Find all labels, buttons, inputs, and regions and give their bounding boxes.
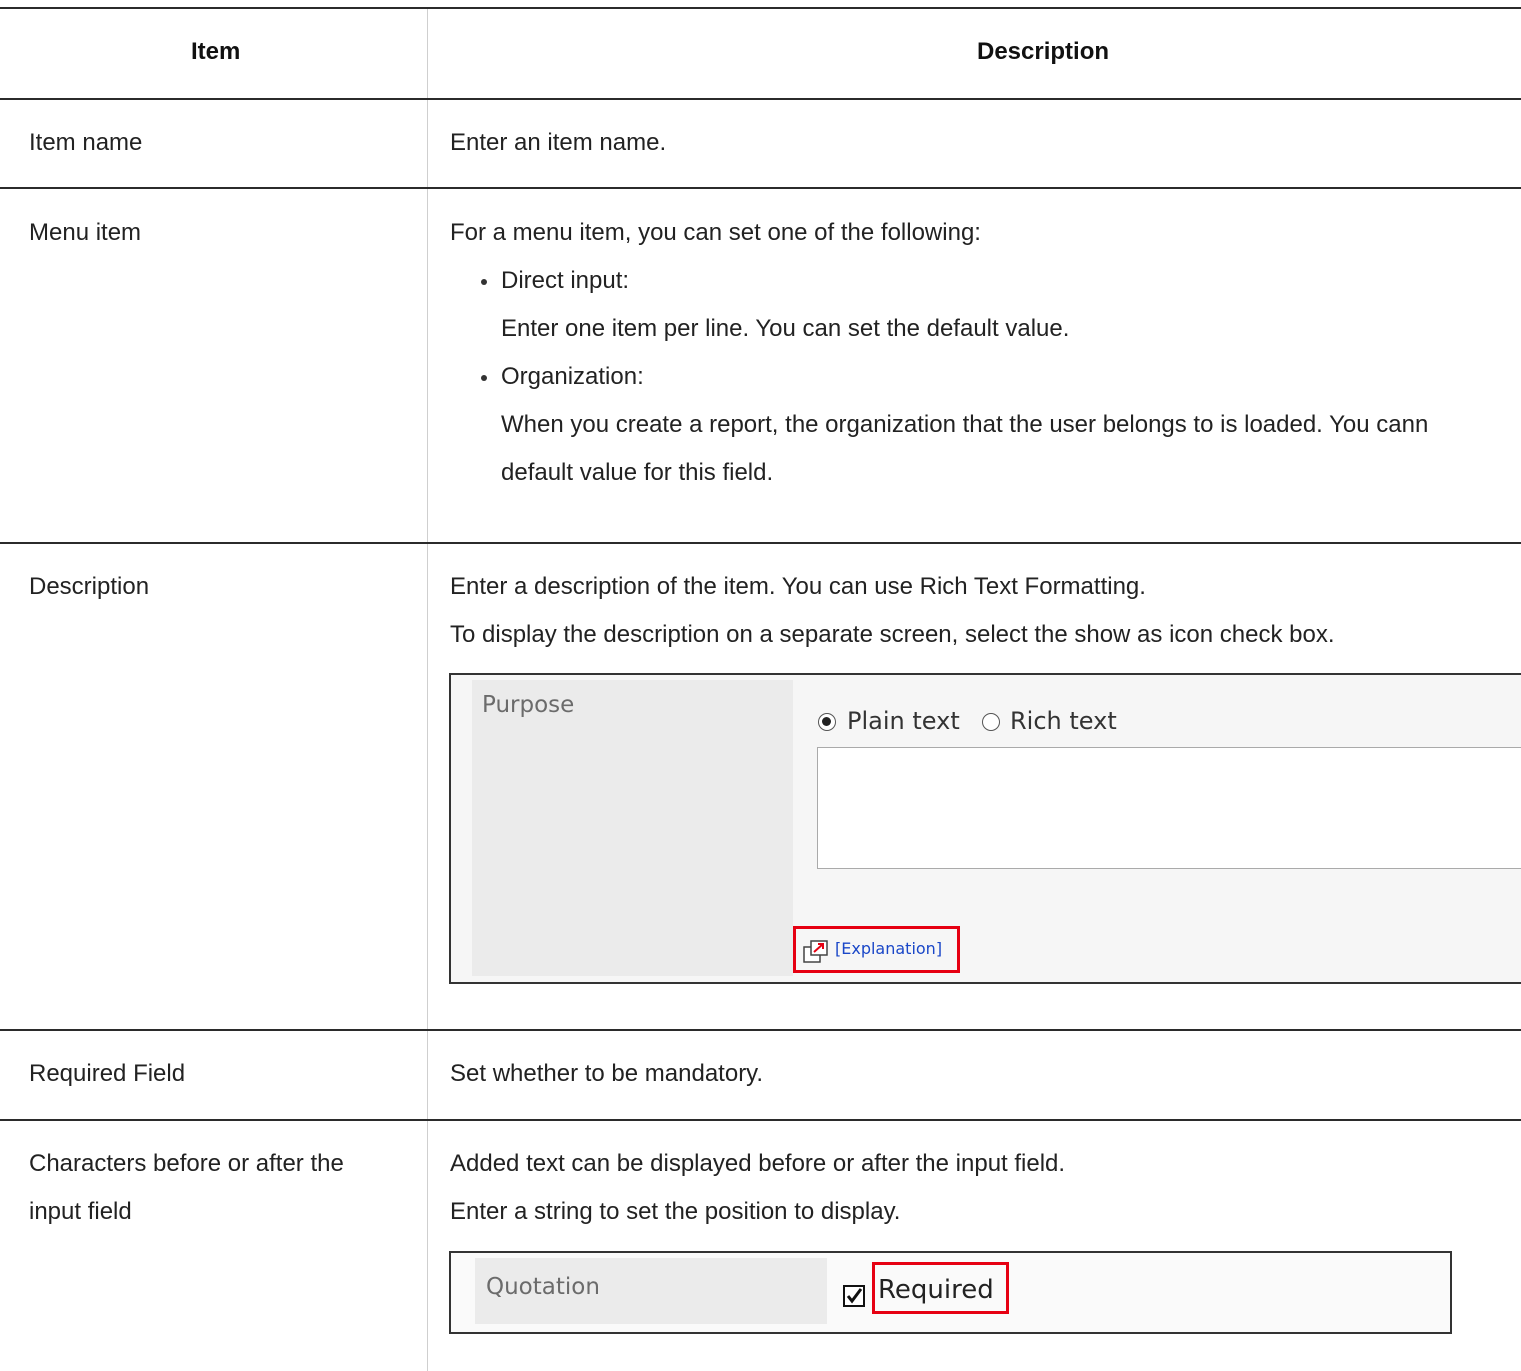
row-required-desc: Set whether to be mandatory. — [450, 1060, 764, 1087]
row-item-name-label: Item name — [29, 129, 143, 156]
row-menu-item-desc: For a menu item, you can set one of the … — [450, 219, 981, 246]
row-menu-item-label: Menu item — [29, 219, 142, 246]
bullet-organization-text-2: default value for this field. — [501, 459, 774, 486]
row-divider — [0, 187, 1521, 189]
bullet-organization: Organization: — [501, 363, 644, 390]
column-divider — [427, 9, 428, 1371]
bullet-dot — [481, 375, 487, 381]
row-description-desc-2: To display the description on a separate… — [450, 621, 1335, 648]
table-top-border — [0, 7, 1521, 9]
purpose-textarea[interactable] — [817, 747, 1521, 869]
plain-text-label: Plain text — [847, 707, 960, 735]
rich-text-radio[interactable] — [982, 713, 1000, 731]
row-item-name-desc: Enter an item name. — [450, 129, 667, 156]
purpose-label: Purpose — [482, 692, 575, 718]
bullet-direct-input-text: Enter one item per line. You can set the… — [501, 315, 1070, 342]
header-item: Item — [191, 38, 241, 65]
checkmark-icon — [846, 1288, 863, 1304]
header-divider — [0, 98, 1521, 100]
bullet-organization-text: When you create a report, the organizati… — [501, 411, 1429, 438]
bullet-direct-input: Direct input: — [501, 267, 630, 294]
row-required-label: Required Field — [29, 1060, 186, 1087]
required-checkbox[interactable] — [843, 1285, 865, 1307]
row-divider — [0, 1029, 1521, 1031]
explanation-highlight-box — [793, 926, 960, 973]
row-description-label: Description — [29, 573, 150, 600]
row-description-desc-1: Enter a description of the item. You can… — [450, 573, 1146, 600]
header-description: Description — [977, 38, 1110, 65]
row-divider — [0, 542, 1521, 544]
quotation-label: Quotation — [486, 1274, 600, 1300]
purpose-label-cell — [472, 680, 793, 976]
rich-text-label: Rich text — [1010, 707, 1117, 735]
row-divider — [0, 1119, 1521, 1121]
row-chars-label-1: Characters before or after the — [29, 1150, 344, 1177]
plain-text-radio[interactable] — [818, 713, 836, 731]
row-chars-desc-2: Enter a string to set the position to di… — [450, 1198, 901, 1225]
row-chars-desc-1: Added text can be displayed before or af… — [450, 1150, 1066, 1177]
row-chars-label-2: input field — [29, 1198, 132, 1225]
bullet-dot — [481, 279, 487, 285]
required-highlight-box — [872, 1262, 1009, 1314]
